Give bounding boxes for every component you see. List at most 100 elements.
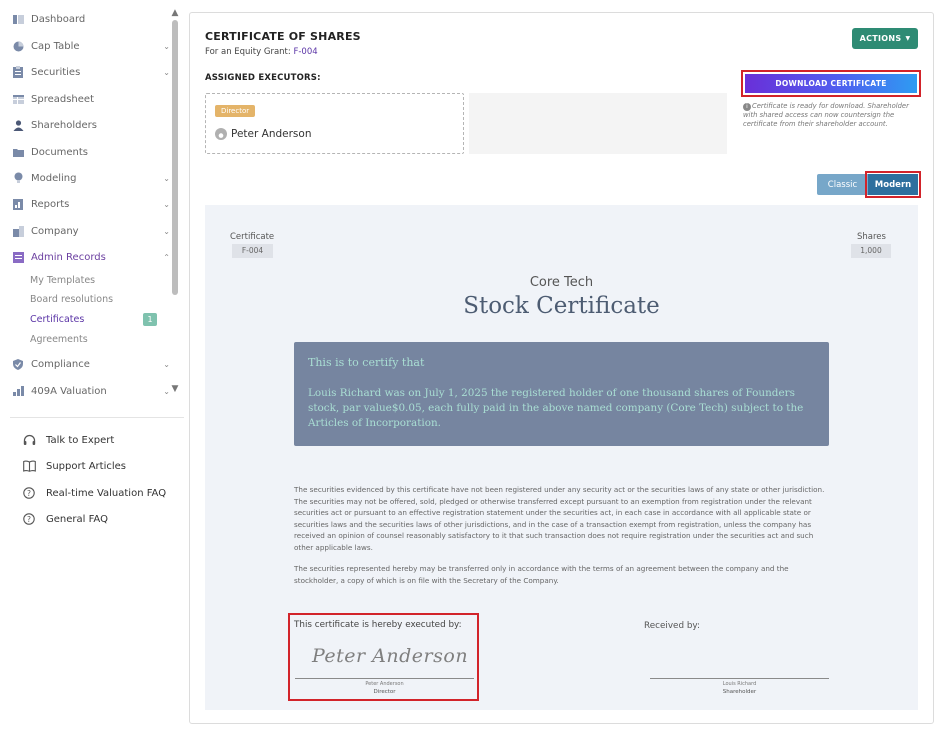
- certificate-number-label: Certificate: [230, 232, 275, 242]
- lightbulb-icon: [12, 172, 24, 184]
- sidebar-item-company[interactable]: Company ⌄: [12, 221, 170, 241]
- sidebar-item-reports[interactable]: Reports ⌄: [12, 194, 170, 214]
- chevron-down-icon: ⌄: [163, 226, 170, 236]
- help-item-general-faq[interactable]: ? General FAQ: [22, 510, 108, 528]
- received-by-label: Received by:: [644, 621, 700, 631]
- help-item-label: Real-time Valuation FAQ: [46, 487, 167, 499]
- executor-signature: Peter Anderson: [312, 645, 469, 667]
- help-item-support-articles[interactable]: Support Articles: [22, 457, 126, 475]
- download-note-text: Certificate is ready for download. Share…: [743, 102, 909, 128]
- sidebar-scrollbar-thumb[interactable]: [172, 20, 178, 295]
- chevron-up-icon: ⌃: [163, 252, 170, 262]
- caret-down-icon: ▼: [905, 35, 911, 42]
- download-button-highlight: DOWNLOAD CERTIFICATE: [741, 70, 921, 97]
- executor-role-badge: Director: [215, 105, 256, 117]
- question-circle-icon: ?: [22, 486, 36, 500]
- dashboard-icon: [12, 13, 24, 25]
- sidebar-item-label: Dashboard: [31, 13, 86, 25]
- sidebar-subitem-my-templates[interactable]: My Templates: [30, 275, 95, 286]
- signer-name: Peter Anderson: [365, 681, 404, 687]
- shield-check-icon: [12, 358, 24, 370]
- help-item-label: General FAQ: [46, 513, 108, 525]
- certificate-company-name: Core Tech: [529, 275, 594, 290]
- certificate-statement-box: This is to certify that Louis Richard wa…: [294, 342, 829, 446]
- sidebar-item-label: Reports: [31, 198, 70, 210]
- certificate-card: CERTIFICATE OF SHARES For an Equity Gran…: [189, 12, 934, 724]
- help-item-realtime-valuation-faq[interactable]: ? Real-time Valuation FAQ: [22, 484, 166, 502]
- grant-id-link[interactable]: F-004: [293, 47, 317, 57]
- headset-icon: [22, 433, 36, 447]
- sidebar-item-label: Admin Records: [31, 251, 106, 263]
- sidebar: Dashboard Cap Table ⌄ Securities ⌄ Sprea…: [0, 0, 184, 730]
- sidebar-item-label: Documents: [31, 146, 89, 158]
- chevron-down-icon: ⌄: [163, 67, 170, 77]
- certificate-number-value: F-004: [232, 244, 273, 258]
- subtitle-prefix: For an Equity Grant:: [205, 47, 291, 57]
- executor-card: Director Peter Anderson: [205, 93, 464, 154]
- scroll-up-arrow-icon[interactable]: ▲: [170, 8, 180, 18]
- download-note: i Certificate is ready for download. Shar…: [743, 102, 923, 129]
- assigned-executors-label: ASSIGNED EXECUTORS:: [205, 73, 321, 83]
- svg-text:?: ?: [27, 489, 31, 498]
- actions-dropdown-button[interactable]: ACTIONS ▼: [852, 28, 918, 49]
- sidebar-item-label: Compliance: [31, 358, 90, 370]
- sidebar-item-label: Shareholders: [31, 119, 97, 131]
- scroll-down-arrow-icon[interactable]: ▼: [170, 384, 180, 394]
- chevron-down-icon: ⌄: [163, 173, 170, 183]
- folder-icon: [12, 146, 24, 158]
- signature-line: [295, 678, 474, 679]
- report-icon: [12, 198, 24, 210]
- records-icon: [12, 251, 24, 263]
- building-icon: [12, 225, 24, 237]
- executed-by-highlight: This certificate is hereby executed by: …: [288, 613, 479, 701]
- bar-chart-icon: [12, 385, 24, 397]
- sidebar-item-shareholders[interactable]: Shareholders: [12, 115, 170, 135]
- clipboard-icon: [12, 66, 24, 78]
- page-title: CERTIFICATE OF SHARES: [205, 30, 361, 43]
- help-item-talk-to-expert[interactable]: Talk to Expert: [22, 431, 114, 449]
- shares-label: Shares: [857, 232, 886, 242]
- actions-label: ACTIONS: [859, 34, 902, 43]
- sidebar-item-label: Modeling: [31, 172, 77, 184]
- sidebar-item-dashboard[interactable]: Dashboard: [12, 9, 170, 29]
- sidebar-item-securities[interactable]: Securities ⌄: [12, 62, 170, 82]
- sidebar-item-spreadsheet[interactable]: Spreadsheet: [12, 89, 170, 109]
- executed-by-label: This certificate is hereby executed by:: [294, 620, 462, 630]
- receiver-name: Louis Richard: [722, 681, 757, 687]
- sidebar-item-label: Company: [31, 225, 79, 237]
- sidebar-item-admin-records[interactable]: Admin Records ⌃: [12, 247, 170, 267]
- shares-value: 1,000: [851, 244, 891, 258]
- executor-name: Peter Anderson: [231, 128, 312, 140]
- sidebar-divider: [10, 417, 184, 418]
- sidebar-subitem-agreements[interactable]: Agreements: [30, 334, 88, 345]
- chevron-down-icon: ⌄: [163, 359, 170, 369]
- sidebar-item-label: Spreadsheet: [31, 93, 94, 105]
- help-item-label: Talk to Expert: [46, 434, 115, 446]
- modern-view-toggle[interactable]: Modern: [868, 174, 918, 195]
- chevron-down-icon: ⌄: [163, 386, 170, 396]
- legal-notice-paragraph: The securities evidenced by this certifi…: [294, 485, 825, 552]
- sidebar-item-documents[interactable]: Documents: [12, 142, 170, 162]
- spreadsheet-icon: [12, 93, 24, 105]
- executor-slot-empty: [469, 93, 727, 154]
- help-item-label: Support Articles: [46, 460, 126, 472]
- transfer-notice-paragraph: The securities represented hereby may be…: [294, 564, 789, 585]
- svg-text:?: ?: [27, 515, 31, 524]
- receiver-signature-line: [650, 678, 829, 679]
- receiver-role: Shareholder: [722, 689, 757, 695]
- certificates-count-badge: 1: [143, 313, 157, 326]
- sidebar-item-409a-valuation[interactable]: 409A Valuation ⌄: [12, 381, 170, 401]
- sidebar-item-compliance[interactable]: Compliance ⌄: [12, 354, 170, 374]
- book-icon: [22, 459, 36, 473]
- question-circle-icon: ?: [22, 512, 36, 526]
- page-subtitle: For an Equity Grant: F-004: [205, 47, 318, 57]
- certificate-statement: Louis Richard was on July 1, 2025 the re…: [308, 387, 804, 429]
- sidebar-subitem-certificates[interactable]: Certificates: [30, 314, 84, 325]
- certificate-title: Stock Certificate: [463, 293, 660, 319]
- sidebar-item-cap-table[interactable]: Cap Table ⌄: [12, 36, 170, 56]
- download-certificate-button[interactable]: DOWNLOAD CERTIFICATE: [745, 74, 917, 93]
- classic-view-toggle[interactable]: Classic: [817, 174, 868, 195]
- certificate-intro: This is to certify that: [308, 356, 425, 369]
- sidebar-subitem-board-resolutions[interactable]: Board resolutions: [30, 294, 113, 305]
- sidebar-item-modeling[interactable]: Modeling ⌄: [12, 168, 170, 188]
